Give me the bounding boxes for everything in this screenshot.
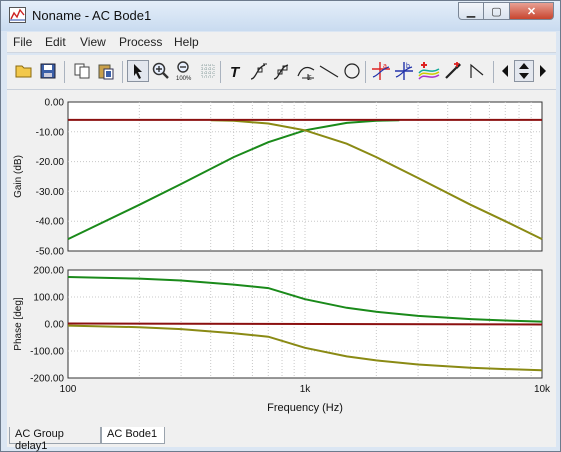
cursor-a-icon (250, 63, 267, 80)
line-button[interactable] (318, 60, 340, 82)
svg-text:b: b (406, 63, 410, 70)
tab-ac-bode1[interactable]: AC Bode1 (101, 427, 165, 444)
marker-a-button[interactable]: a (370, 60, 392, 82)
scroll-left-icon (502, 65, 508, 77)
add-curve-icon (418, 62, 440, 80)
window-title: Noname - AC Bode1 (32, 8, 152, 23)
marker-a-icon: a (372, 62, 390, 80)
chart-area: 0.00 -10.00 -20.00 -30.00 -40.00 -50.00 Gain (… (7, 90, 556, 427)
chart-panel-2: 200.00 100.00 0.00 -100.00 -200.00100 1k 10k Ph… (13, 266, 551, 415)
app-icon (9, 7, 26, 23)
y-tick-label: -40.00 (36, 217, 65, 228)
paste-icon (98, 64, 114, 80)
toolbar: 100% T Σ a b (7, 55, 556, 90)
y-tick-label: -100.00 (30, 347, 64, 358)
scroll-left-button[interactable] (497, 60, 513, 82)
svg-text:Σ: Σ (308, 76, 312, 81)
y-tick-label: 100.00 (33, 293, 64, 304)
text-button[interactable]: T (225, 60, 247, 82)
scroll-right-icon (540, 65, 546, 77)
copy-button[interactable] (71, 60, 93, 82)
x-tick-label: 100 (60, 384, 77, 395)
window-controls: ▁ ▢ ✕ (458, 2, 554, 22)
open-icon (15, 65, 32, 78)
circle-button[interactable] (341, 60, 363, 82)
title-bar[interactable]: Noname - AC Bode1 ▁ ▢ ✕ (1, 1, 560, 31)
cursor-b-icon (273, 64, 289, 80)
minimize-button[interactable]: ▁ (458, 2, 484, 20)
poly-line-icon (470, 63, 484, 78)
x-axis-label: Frequency (Hz) (267, 402, 343, 414)
x-tick-label: 1k (300, 384, 312, 395)
x-tick-label: 10k (534, 384, 551, 395)
minimize-icon: ▁ (466, 5, 476, 18)
copy-icon (74, 63, 90, 79)
marker-b-icon: b (395, 62, 413, 80)
pointer-button[interactable] (127, 60, 149, 82)
marker-b-button[interactable]: b (393, 60, 415, 82)
zoom-in-button[interactable] (150, 60, 172, 82)
grid-icon (201, 64, 215, 78)
scroll-updown-icon (519, 63, 529, 79)
y-tick-label: -20.00 (36, 157, 65, 168)
svg-text:100%: 100% (176, 76, 192, 81)
cursor-b-button[interactable] (271, 60, 293, 82)
svg-text:a: a (383, 63, 387, 70)
add-curve-button[interactable] (418, 60, 440, 82)
y-tick-label: 0.00 (45, 320, 65, 331)
y-tick-label: 0.00 (45, 98, 65, 109)
zoom-100-icon: 100% (176, 61, 192, 81)
pick-color-button[interactable] (442, 60, 464, 82)
series-line-3[interactable] (67, 322, 543, 326)
application-window: Noname - AC Bode1 ▁ ▢ ✕ File Edit View P… (0, 0, 561, 452)
y-tick-label: 200.00 (33, 266, 64, 277)
circle-icon (344, 63, 360, 79)
chart-panel-1: 0.00 -10.00 -20.00 -30.00 -40.00 -50.00 Gain (… (13, 98, 543, 258)
tangent-icon: Σ (297, 66, 315, 81)
tab-bar: AC Group delay1 AC Bode1 (7, 427, 556, 452)
pick-color-icon (445, 62, 461, 79)
y-tick-label: -200.00 (30, 374, 64, 385)
y-axis-label: Phase [deg] (13, 297, 24, 351)
menu-file[interactable]: File (13, 35, 32, 49)
menu-view[interactable]: View (80, 35, 106, 49)
scroll-updown-button[interactable] (514, 60, 534, 82)
y-axis-label: Gain (dB) (13, 155, 24, 198)
menu-help[interactable]: Help (174, 35, 199, 49)
y-tick-label: -30.00 (36, 187, 65, 198)
pointer-icon (134, 64, 142, 79)
bode-plot[interactable]: 0.00 -10.00 -20.00 -30.00 -40.00 -50.00 Gain (… (7, 90, 556, 427)
y-tick-label: -50.00 (36, 247, 65, 258)
tab-ac-group-delay1[interactable]: AC Group delay1 (9, 427, 101, 452)
scroll-right-button[interactable] (535, 60, 551, 82)
close-button[interactable]: ✕ (510, 2, 554, 20)
menu-edit[interactable]: Edit (45, 35, 66, 49)
grid-button[interactable] (197, 60, 219, 82)
svg-text:T: T (230, 64, 241, 79)
zoom-100-button[interactable]: 100% (173, 60, 195, 82)
poly-line-button[interactable] (466, 60, 488, 82)
close-icon: ✕ (526, 5, 537, 18)
menu-bar: File Edit View Process Help (7, 32, 556, 53)
maximize-button[interactable]: ▢ (484, 2, 510, 20)
y-tick-label: -10.00 (36, 127, 65, 138)
tangent-button[interactable]: Σ (295, 60, 317, 82)
line-icon (319, 65, 339, 78)
text-icon: T (230, 64, 241, 79)
maximize-icon: ▢ (491, 5, 502, 18)
save-icon (40, 63, 56, 79)
save-button[interactable] (37, 60, 59, 82)
menu-process[interactable]: Process (119, 35, 162, 49)
paste-button[interactable] (95, 60, 117, 82)
zoom-in-icon (152, 62, 169, 79)
open-button[interactable] (13, 60, 35, 82)
cursor-a-button[interactable] (248, 60, 270, 82)
